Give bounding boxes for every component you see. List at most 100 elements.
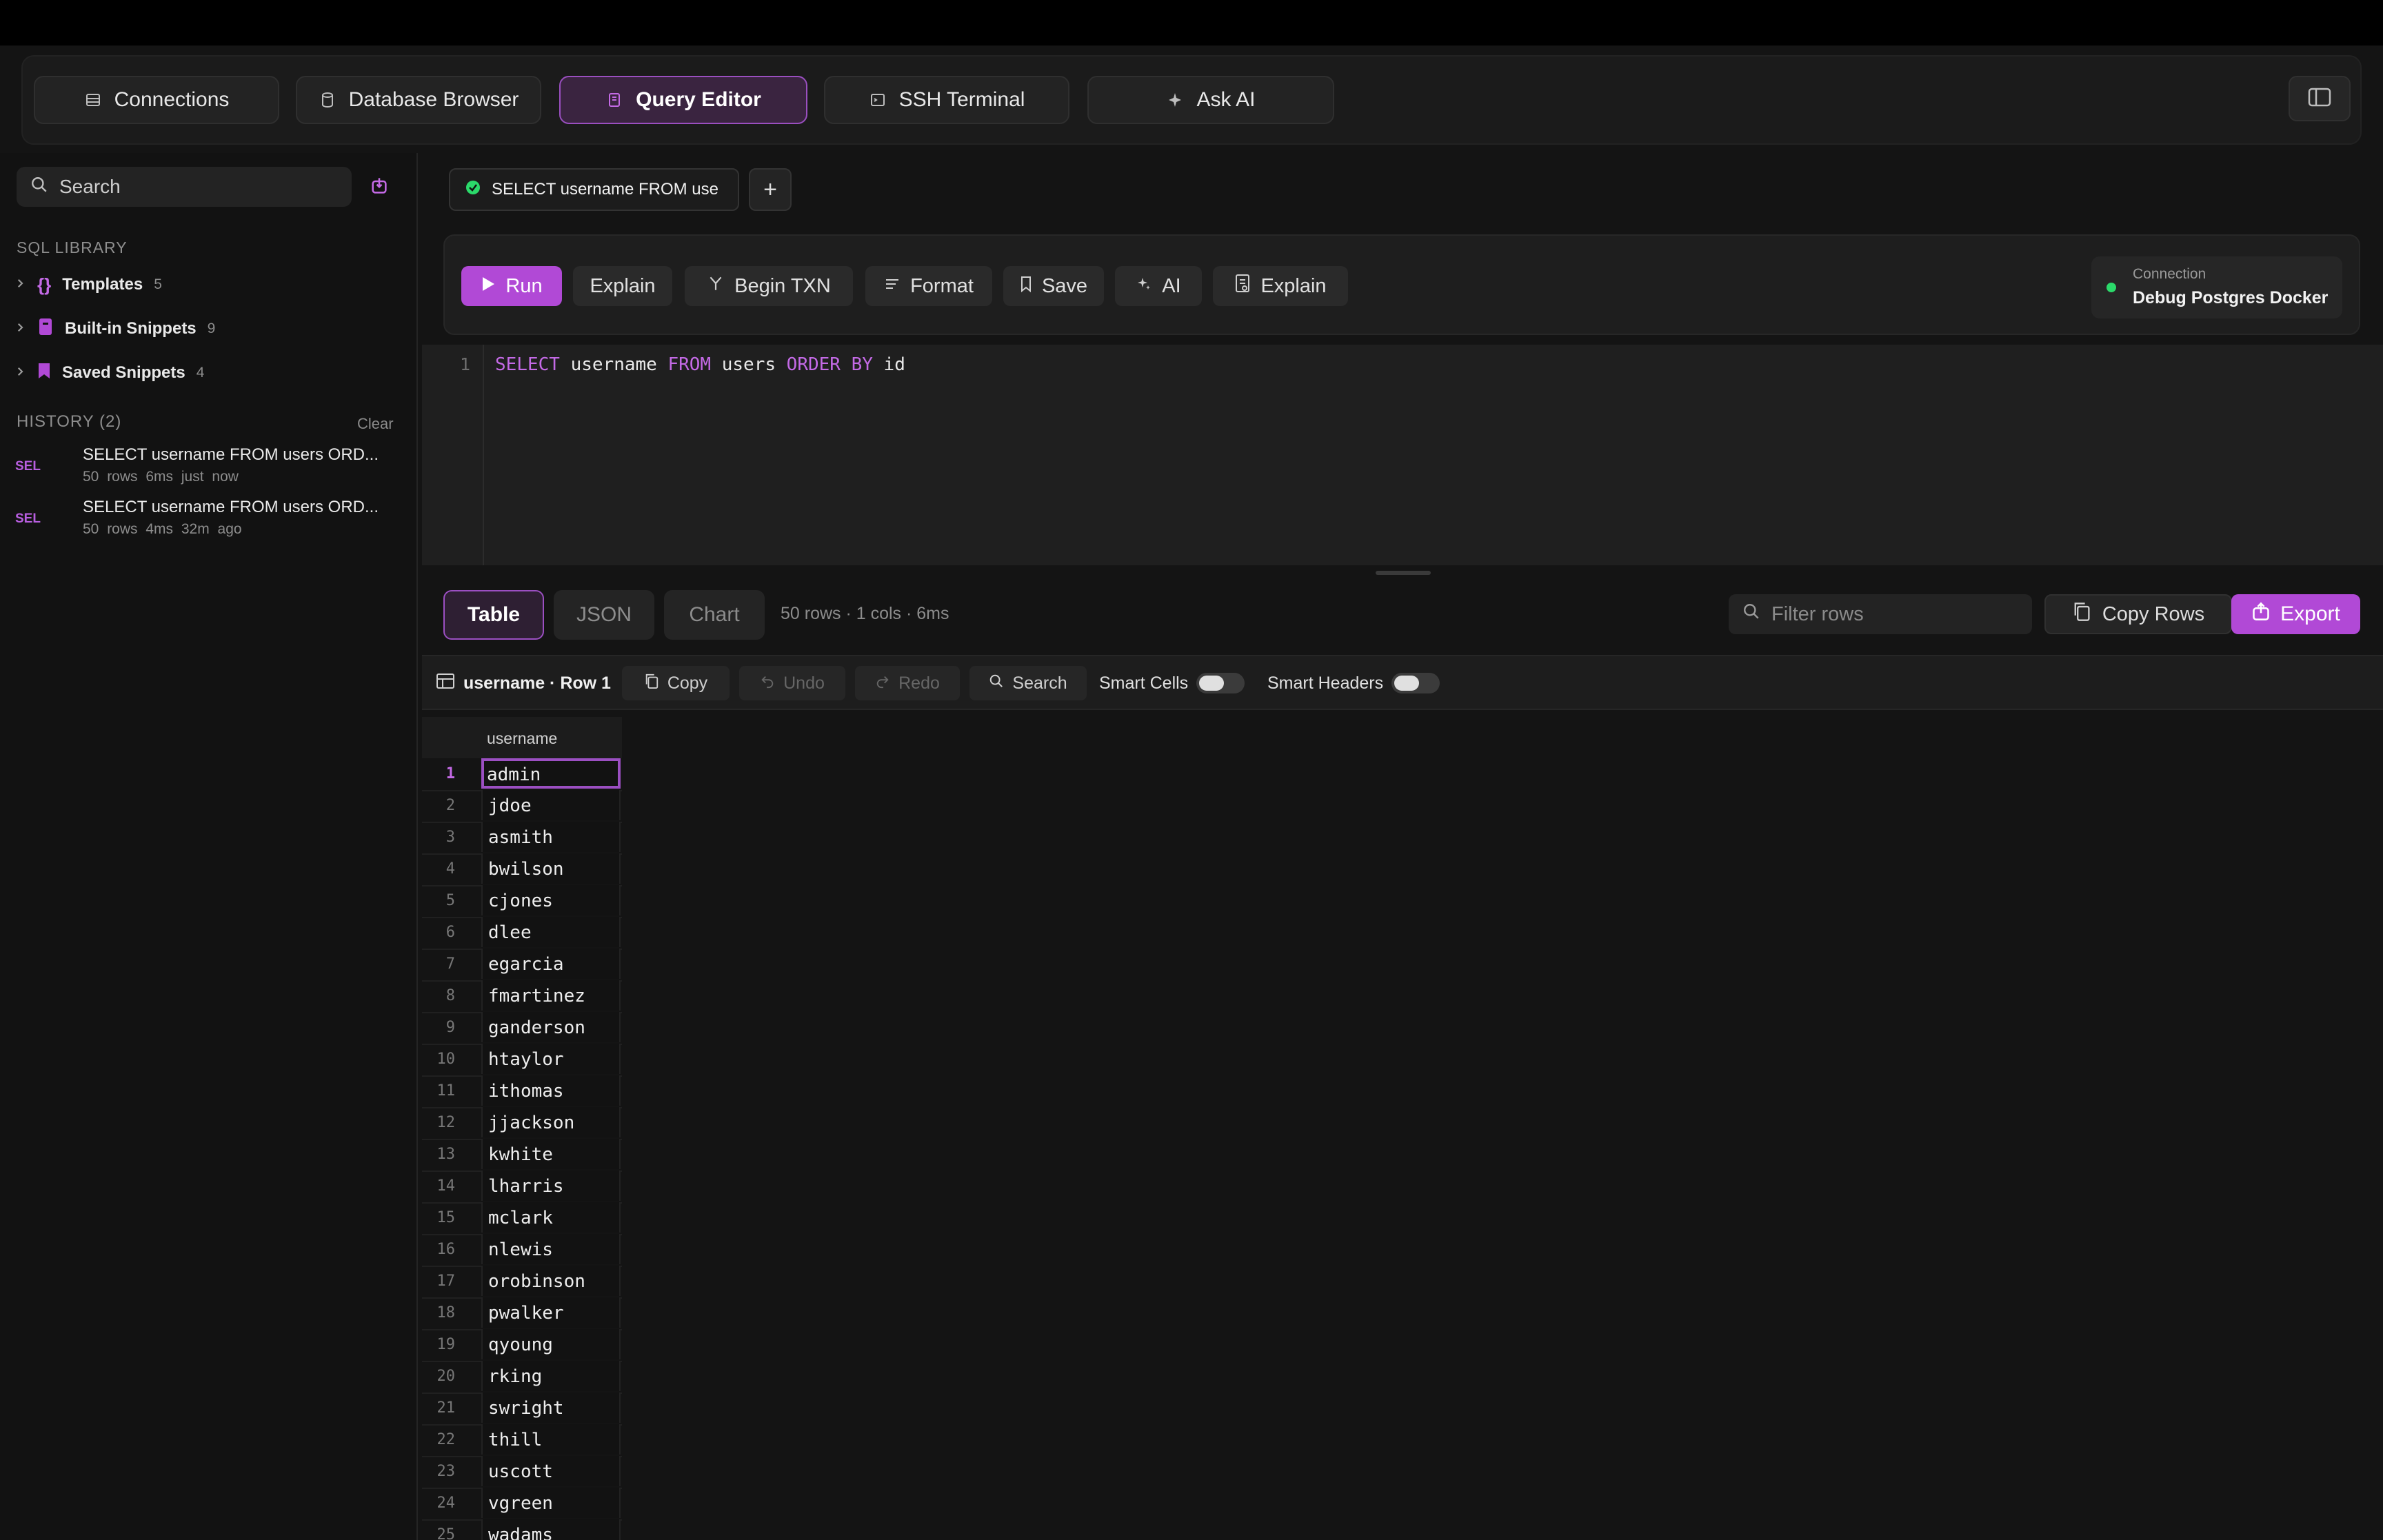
bookmark-icon	[1020, 275, 1032, 298]
chevron-right-icon	[14, 363, 26, 383]
tab-table[interactable]: Table	[443, 590, 544, 640]
library-item-templates[interactable]: {} Templates 5	[14, 269, 162, 301]
table-row[interactable]: 8 fmartinez	[422, 980, 622, 1013]
begin-txn-button[interactable]: Begin TXN	[685, 266, 853, 306]
smart-headers-switch[interactable]	[1391, 673, 1440, 693]
table-cell[interactable]: egarcia	[481, 949, 621, 979]
history-badge: SEL	[15, 459, 41, 474]
sidebar-search-input[interactable]: Search	[17, 167, 352, 207]
table-cell[interactable]: ithomas	[481, 1075, 621, 1106]
table-cell[interactable]: admin	[481, 758, 621, 789]
library-item-saved-snippets[interactable]: Saved Snippets 4	[14, 357, 204, 389]
table-cell[interactable]: htaylor	[481, 1044, 621, 1074]
table-row[interactable]: 25 wadams	[422, 1519, 622, 1540]
table-cell[interactable]: cjones	[481, 885, 621, 915]
copy-cell-button[interactable]: Copy	[622, 666, 730, 700]
table-cell[interactable]: uscott	[481, 1456, 621, 1486]
table-cell[interactable]: orobinson	[481, 1266, 621, 1296]
table-cell[interactable]: asmith	[481, 822, 621, 852]
tab-query-editor[interactable]: Query Editor	[559, 76, 807, 124]
history-meta: 50 rows 4ms 32m ago	[83, 521, 242, 537]
tab-chart[interactable]: Chart	[664, 590, 765, 640]
smart-cells-switch[interactable]	[1196, 673, 1245, 693]
save-button[interactable]: Save	[1003, 266, 1104, 306]
table-row[interactable]: 10 htaylor	[422, 1044, 622, 1077]
table-cell[interactable]: dlee	[481, 917, 621, 947]
sql-code-line[interactable]: SELECT username FROM users ORDER BY id	[495, 354, 905, 375]
table-cell[interactable]: pwalker	[481, 1297, 621, 1328]
format-button[interactable]: Format	[865, 266, 992, 306]
table-row[interactable]: 14 lharris	[422, 1171, 622, 1204]
query-tab[interactable]: SELECT username FROM use	[449, 168, 739, 211]
library-item-built-in-snippets[interactable]: Built-in Snippets 9	[14, 313, 215, 345]
table-cell[interactable]: nlewis	[481, 1234, 621, 1264]
table-row[interactable]: 23 uscott	[422, 1456, 622, 1489]
redo-button[interactable]: Redo	[855, 666, 960, 700]
table-cell[interactable]: wadams	[481, 1519, 621, 1540]
table-row[interactable]: 6 dlee	[422, 917, 622, 950]
filter-rows-input[interactable]: Filter rows	[1729, 594, 2032, 634]
table-cell[interactable]: rking	[481, 1361, 621, 1391]
history-item[interactable]: SEL SELECT username FROM users ORD... 50…	[15, 498, 401, 547]
table-row[interactable]: 19 qyoung	[422, 1329, 622, 1362]
table-cell[interactable]: ganderson	[481, 1012, 621, 1042]
smart-cells-toggle[interactable]: Smart Cells	[1099, 666, 1245, 700]
connection-indicator[interactable]: Connection Debug Postgres Docker	[2091, 256, 2342, 318]
column-header-username[interactable]: username	[487, 729, 557, 748]
tab-json[interactable]: JSON	[554, 590, 654, 640]
table-cell[interactable]: thill	[481, 1424, 621, 1455]
row-number: 3	[445, 829, 455, 846]
table-cell[interactable]: vgreen	[481, 1488, 621, 1518]
table-row[interactable]: 4 bwilson	[422, 853, 622, 886]
table-cell[interactable]: mclark	[481, 1202, 621, 1233]
undo-button[interactable]: Undo	[739, 666, 845, 700]
explain-plan-button[interactable]: Explain	[1213, 266, 1348, 306]
tab-connections[interactable]: Connections	[34, 76, 279, 124]
tab-ssh-terminal[interactable]: SSH Terminal	[824, 76, 1069, 124]
tab-ask-ai[interactable]: Ask AI	[1087, 76, 1334, 124]
grid-search-button[interactable]: Search	[969, 666, 1087, 700]
table-cell[interactable]: jdoe	[481, 790, 621, 820]
sidebar-toggle-button[interactable]	[2289, 76, 2351, 121]
table-row[interactable]: 12 jjackson	[422, 1107, 622, 1140]
table-row[interactable]: 24 vgreen	[422, 1488, 622, 1521]
smart-headers-label: Smart Headers	[1267, 673, 1384, 693]
table-row[interactable]: 3 asmith	[422, 822, 622, 855]
table-row[interactable]: 17 orobinson	[422, 1266, 622, 1299]
explain-button[interactable]: Explain	[573, 266, 672, 306]
table-row[interactable]: 1 admin	[422, 758, 622, 791]
table-row[interactable]: 16 nlewis	[422, 1234, 622, 1267]
new-snippet-button[interactable]	[365, 174, 393, 201]
smart-headers-toggle[interactable]: Smart Headers	[1267, 666, 1440, 700]
table-row[interactable]: 22 thill	[422, 1424, 622, 1457]
table-cell[interactable]: fmartinez	[481, 980, 621, 1011]
run-label: Run	[505, 274, 543, 297]
table-row[interactable]: 20 rking	[422, 1361, 622, 1394]
table-cell[interactable]: bwilson	[481, 853, 621, 884]
history-clear-button[interactable]: Clear	[357, 415, 394, 433]
tab-label: Connections	[114, 88, 230, 111]
table-cell[interactable]: jjackson	[481, 1107, 621, 1137]
add-query-tab-button[interactable]: +	[749, 168, 792, 211]
table-cell[interactable]: kwhite	[481, 1139, 621, 1169]
table-row[interactable]: 18 pwalker	[422, 1297, 622, 1330]
sql-editor[interactable]: 1 SELECT username FROM users ORDER BY id	[422, 345, 2383, 565]
run-button[interactable]: Run	[461, 266, 562, 306]
table-row[interactable]: 5 cjones	[422, 885, 622, 918]
table-row[interactable]: 11 ithomas	[422, 1075, 622, 1108]
table-cell[interactable]: swright	[481, 1392, 621, 1423]
tab-database-browser[interactable]: Database Browser	[296, 76, 541, 124]
table-row[interactable]: 15 mclark	[422, 1202, 622, 1235]
ai-button[interactable]: AI	[1115, 266, 1202, 306]
table-row[interactable]: 2 jdoe	[422, 790, 622, 823]
table-cell[interactable]: lharris	[481, 1171, 621, 1201]
export-button[interactable]: Export	[2231, 594, 2360, 634]
table-row[interactable]: 21 swright	[422, 1392, 622, 1426]
table-cell[interactable]: qyoung	[481, 1329, 621, 1359]
table-row[interactable]: 9 ganderson	[422, 1012, 622, 1045]
table-row[interactable]: 7 egarcia	[422, 949, 622, 982]
copy-rows-button[interactable]: Copy Rows	[2044, 594, 2232, 634]
table-row[interactable]: 13 kwhite	[422, 1139, 622, 1172]
resize-handle[interactable]	[1376, 571, 1431, 575]
history-item[interactable]: SEL SELECT username FROM users ORD... 50…	[15, 445, 401, 495]
